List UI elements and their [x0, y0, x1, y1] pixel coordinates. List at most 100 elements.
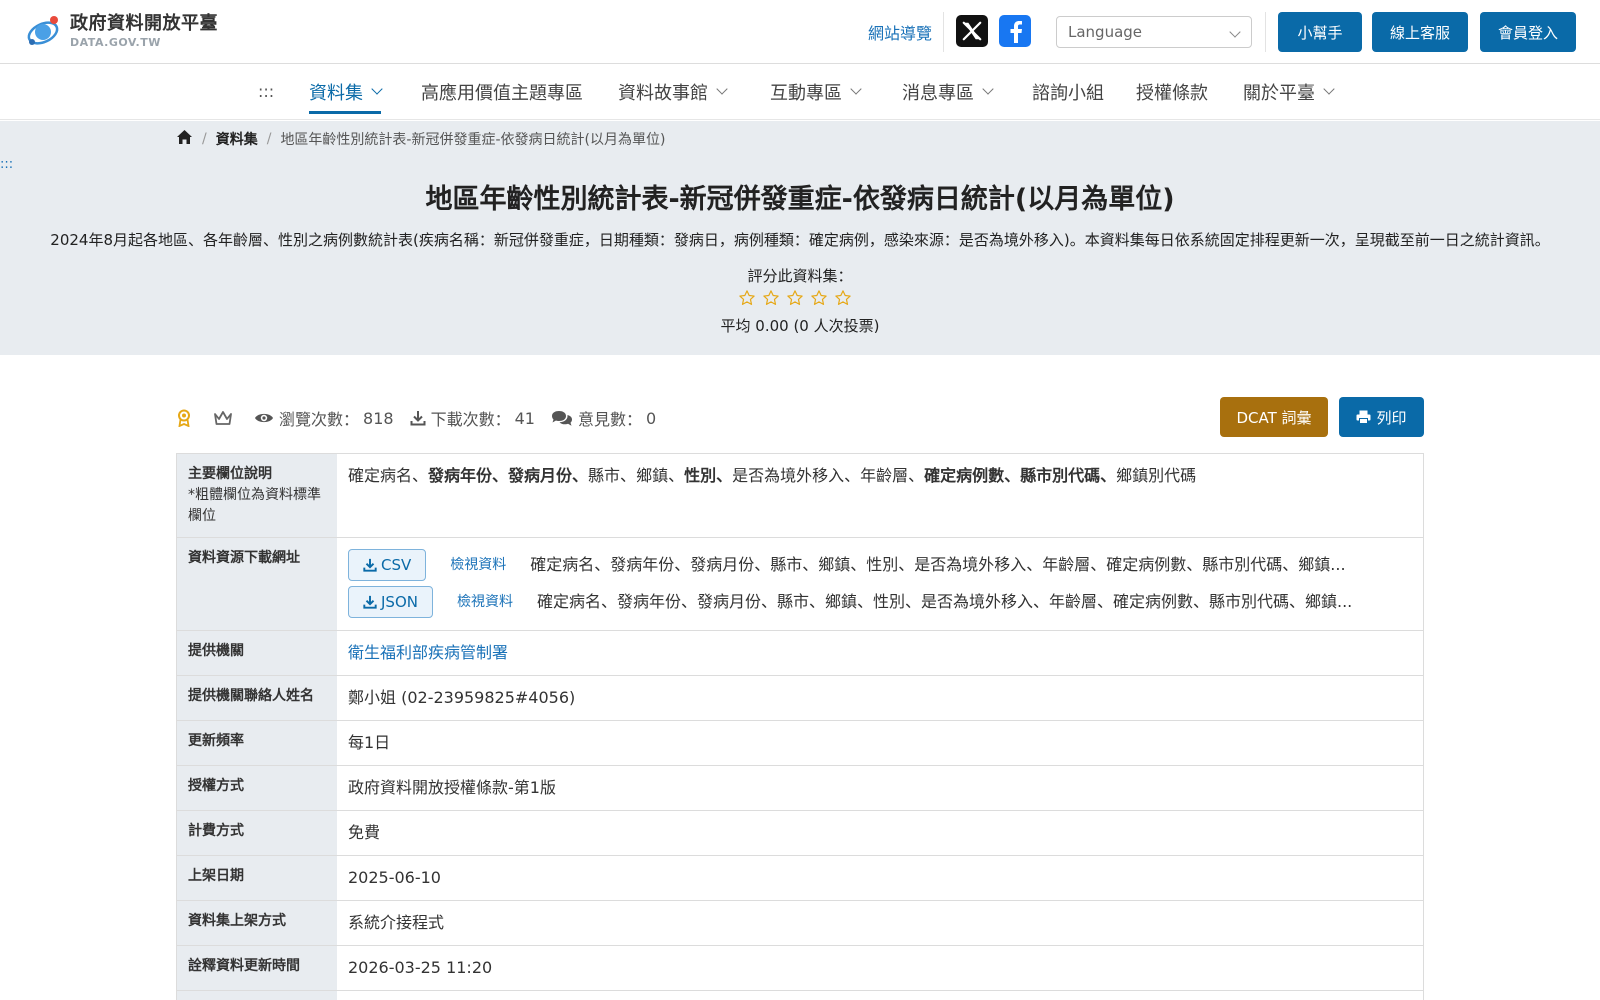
dcat-vocabulary-button[interactable]: DCAT 詞彙 — [1220, 397, 1328, 437]
comments-label: 意見數： — [577, 410, 642, 429]
nav-item-data-stories[interactable]: 資料故事館 — [618, 64, 728, 120]
star-icon[interactable] — [834, 289, 852, 307]
table-row-meta-updated: 詮釋資料更新時間 2026-03-25 11:20 — [177, 946, 1423, 991]
nav-item-interaction[interactable]: 互動專區 — [770, 64, 862, 120]
nav-item-label: 互動專區 — [770, 83, 842, 104]
nav-item-high-value-topics[interactable]: 高應用價值主題專區 — [421, 64, 583, 120]
field-name: 縣市別代碼、 — [1020, 466, 1117, 485]
nav-item-label: 消息專區 — [902, 83, 974, 104]
helper-button[interactable]: 小幫手 — [1278, 12, 1362, 52]
field-name: 確定病名、 — [348, 466, 429, 485]
views-count: 818 — [363, 408, 394, 428]
field-name: 發病年份、 — [428, 466, 509, 485]
frequency-value: 每1日 — [348, 733, 391, 752]
fields-label: 主要欄位說明 — [188, 466, 272, 482]
nav-item-news[interactable]: 消息專區 — [902, 64, 994, 120]
provider-link[interactable]: 衛生福利部疾病管制署 — [348, 643, 508, 662]
download-icon — [410, 411, 426, 426]
star-icon[interactable] — [738, 289, 756, 307]
language-select-value: Language — [1068, 23, 1143, 41]
field-name: 鄉鎮、 — [636, 466, 685, 485]
rating-stars — [738, 289, 852, 307]
table-row-fields: 主要欄位說明 *粗體欄位為資料標準欄位 確定病名、發病年份、發病月份、縣市、鄉鎮… — [177, 454, 1423, 538]
row-header: 計費方式 — [177, 811, 337, 855]
nav-item-datasets[interactable]: 資料集 — [309, 64, 383, 120]
downloads-count: 41 — [514, 408, 535, 428]
star-icon[interactable] — [810, 289, 828, 307]
content-access-key[interactable]: ::: — [0, 157, 13, 172]
chevron-down-icon — [716, 83, 728, 95]
view-data-link[interactable]: 檢視資料 — [457, 592, 513, 613]
site-logo[interactable]: 政府資料開放平臺 DATA.GOV.TW — [24, 12, 218, 50]
table-row-next — [177, 991, 1423, 1000]
star-icon[interactable] — [762, 289, 780, 307]
rating-label: 評分此資料集： — [747, 267, 853, 285]
row-header: 提供機關 — [177, 631, 337, 675]
print-button[interactable]: 列印 — [1339, 397, 1424, 437]
chevron-down-icon — [1323, 83, 1335, 95]
chevron-down-icon — [982, 83, 994, 95]
nav-item-label: 關於平臺 — [1243, 83, 1315, 104]
breadcrumb-separator: / — [266, 131, 272, 147]
breadcrumb-datasets[interactable]: 資料集 — [216, 129, 258, 149]
nav-item-label: 高應用價值主題專區 — [421, 83, 583, 104]
row-header: 資料集上架方式 — [177, 901, 337, 945]
resource-description: 確定病名、發病年份、發病月份、縣市、鄉鎮、性別、是否為境外移入、年齡層、確定病例… — [536, 592, 1353, 611]
breadcrumb-separator: / — [202, 131, 207, 147]
nav-item-advisory[interactable]: 諮詢小組 — [1032, 64, 1104, 120]
fields-note: *粗體欄位為資料標準欄位 — [188, 487, 321, 524]
contact-value: 鄭小姐 (02-23959825#4056) — [348, 688, 576, 707]
meta-updated-value: 2026-03-25 11:20 — [348, 958, 493, 977]
publish-method-value: 系統介接程式 — [348, 913, 445, 932]
row-header: 上架日期 — [177, 856, 337, 900]
logo-icon — [24, 12, 64, 50]
facebook-icon[interactable] — [999, 15, 1031, 47]
table-row-downloads: 資料資源下載網址 CSV 檢視資料 確定病名、發病年份、發病月份、縣市、鄉鎮、性… — [177, 538, 1423, 631]
row-header: 詮釋資料更新時間 — [177, 946, 337, 990]
view-data-link[interactable]: 檢視資料 — [450, 555, 506, 576]
comments-count: 0 — [645, 408, 657, 428]
main-navigation: ::: 資料集 高應用價值主題專區 資料故事館 互動專區 消息專區 諮詢小組 授… — [0, 64, 1600, 120]
nav-item-license[interactable]: 授權條款 — [1136, 64, 1208, 120]
site-map-link[interactable]: 網站導覽 — [868, 20, 932, 44]
csv-download-button[interactable]: CSV — [348, 549, 427, 581]
nav-item-label: 資料故事館 — [618, 83, 708, 104]
x-twitter-icon[interactable] — [956, 15, 988, 47]
language-select[interactable]: Language — [1056, 16, 1252, 48]
rating-average: 平均 0.00 (0 人次投票) — [720, 317, 880, 335]
json-download-button[interactable]: JSON — [348, 586, 433, 618]
home-icon[interactable] — [176, 129, 193, 149]
comments-stat: 意見數： 0 — [551, 406, 656, 430]
dataset-info-table: 主要欄位說明 *粗體欄位為資料標準欄位 確定病名、發病年份、發病月份、縣市、鄉鎮… — [176, 453, 1424, 1000]
download-resource-csv: CSV 檢視資料 確定病名、發病年份、發病月份、縣市、鄉鎮、性別、是否為境外移入… — [348, 548, 1412, 582]
field-name: 是否為境外移入、 — [732, 466, 861, 485]
row-header: 提供機關聯絡人姓名 — [177, 676, 337, 720]
star-icon[interactable] — [786, 289, 804, 307]
table-row-frequency: 更新頻率 每1日 — [177, 721, 1423, 766]
fields-list: 確定病名、發病年份、發病月份、縣市、鄉鎮、性別、是否為境外移入、年齡層、確定病例… — [337, 454, 1423, 537]
comments-icon — [551, 410, 572, 426]
award-icon — [176, 409, 197, 427]
online-support-button[interactable]: 線上客服 — [1372, 12, 1468, 52]
field-name: 年齡層、 — [860, 466, 925, 485]
table-row-contact: 提供機關聯絡人姓名 鄭小姐 (02-23959825#4056) — [177, 676, 1423, 721]
views-stat: 瀏覽次數： 818 — [254, 406, 394, 430]
download-icon — [363, 558, 377, 572]
download-resource-json: JSON 檢視資料 確定病名、發病年份、發病月份、縣市、鄉鎮、性別、是否為境外移… — [348, 585, 1412, 619]
field-name: 鄉鎮別代碼 — [1116, 466, 1197, 485]
nav-item-about[interactable]: 關於平臺 — [1243, 64, 1335, 120]
divider — [1265, 12, 1266, 52]
row-header — [177, 991, 337, 1000]
dataset-description: 2024年8月起各地區、各年齡層、性別之病例數統計表(疾病名稱：新冠併發重症，日… — [50, 231, 1550, 249]
logo-title: 政府資料開放平臺 — [70, 12, 218, 34]
row-header: 更新頻率 — [177, 721, 337, 765]
divider — [943, 12, 944, 52]
member-login-button[interactable]: 會員登入 — [1480, 12, 1576, 52]
nav-access-key[interactable]: ::: — [258, 82, 274, 101]
publish-date-value: 2025-06-10 — [348, 868, 441, 887]
download-icon — [363, 595, 377, 609]
nav-item-label: 資料集 — [309, 83, 363, 104]
license-value: 政府資料開放授權條款-第1版 — [348, 778, 556, 797]
download-format: JSON — [381, 592, 418, 611]
breadcrumb: / 資料集 / 地區年齡性別統計表-新冠併發重症-依發病日統計(以月為單位) — [176, 129, 665, 149]
